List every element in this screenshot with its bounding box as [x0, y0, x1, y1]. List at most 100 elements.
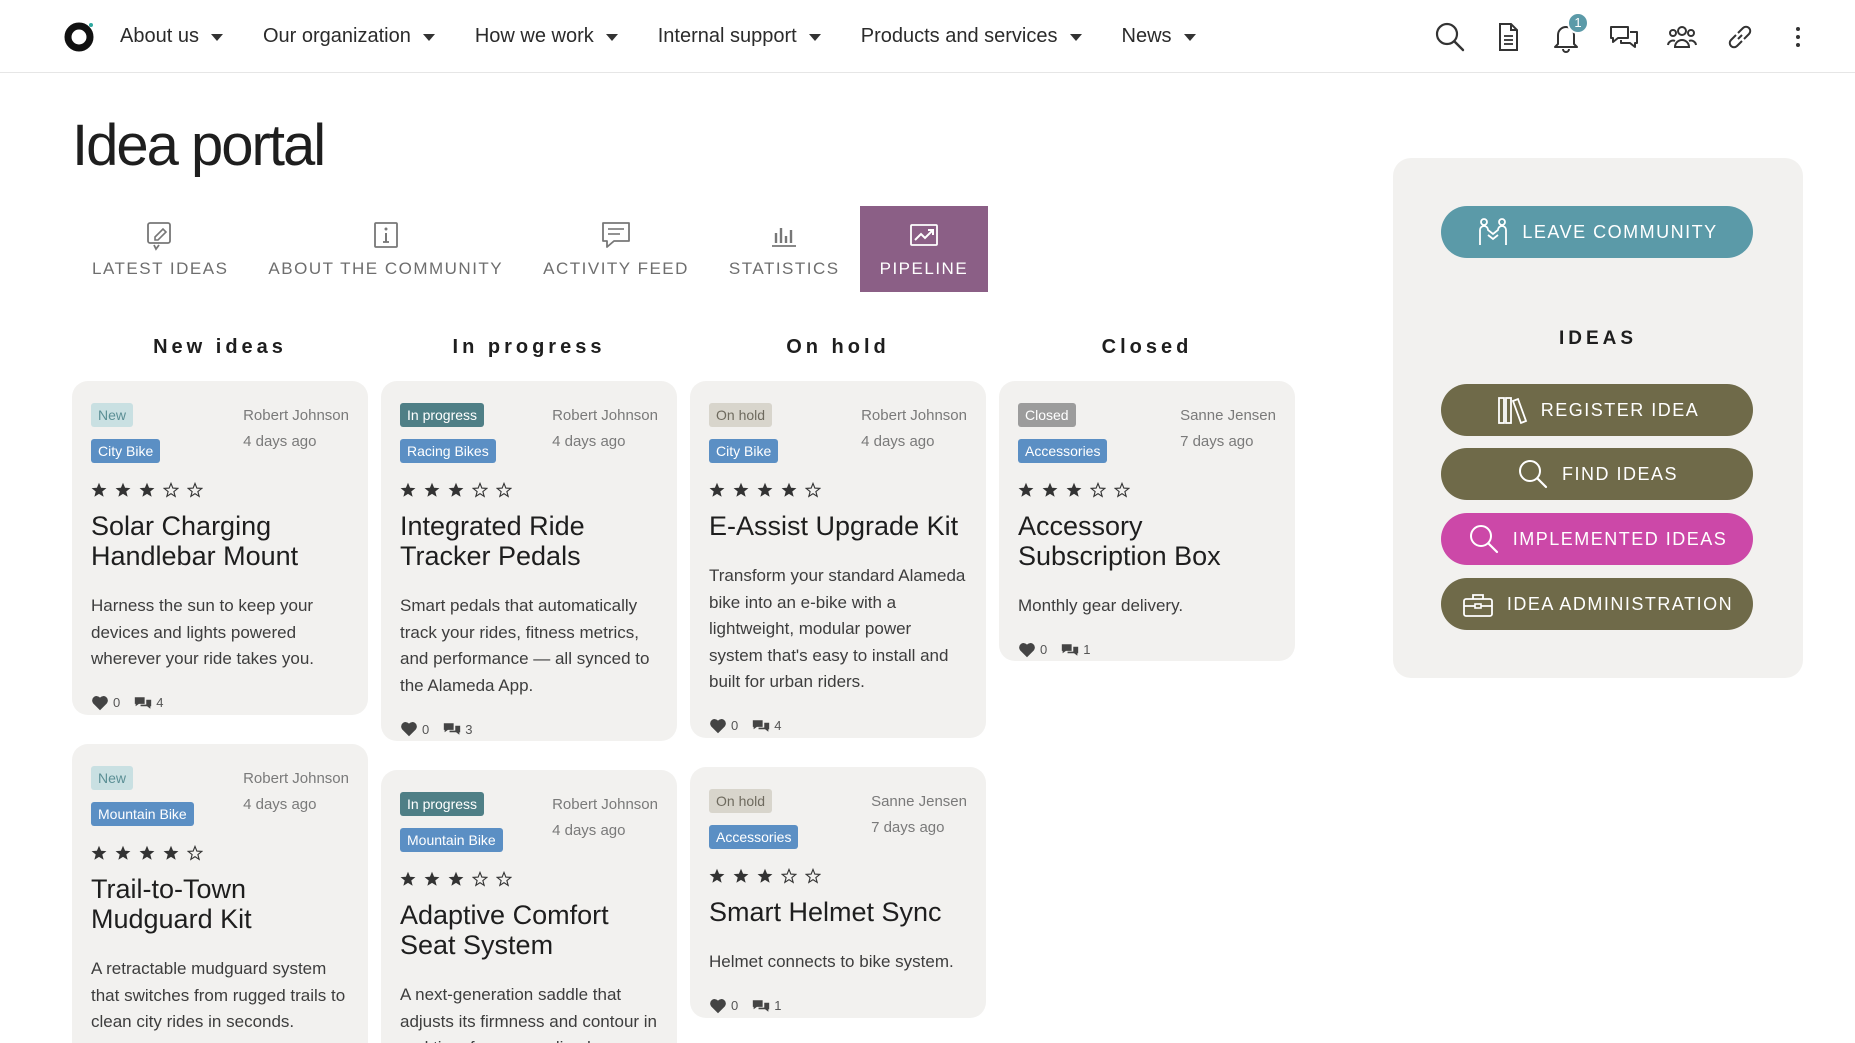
idea-card[interactable]: Closed Accessories Sanne Jensen 7 days ago A… — [999, 381, 1295, 661]
documents-button[interactable] — [1491, 20, 1525, 54]
idea-title[interactable]: Smart Helmet Sync — [709, 897, 967, 927]
idea-title[interactable]: E-Assist Upgrade Kit — [709, 511, 967, 541]
comments-button[interactable]: 1 — [1061, 641, 1104, 659]
idea-card[interactable]: New City Bike Robert Johnson 4 days ago Sola… — [72, 381, 368, 715]
like-button[interactable]: 0 — [91, 694, 134, 712]
people-icon — [1667, 25, 1697, 48]
category-badge[interactable]: Accessories — [709, 825, 799, 849]
author-name[interactable]: Robert Johnson — [243, 403, 349, 429]
card-meta: Sanne Jensen 7 days ago — [1180, 403, 1276, 455]
logo-icon[interactable] — [64, 22, 94, 52]
star-empty-icon — [187, 482, 203, 498]
nav-label: News — [1121, 25, 1172, 47]
idea-title[interactable]: Adaptive Comfort Seat System — [400, 900, 658, 960]
bar-chart-icon — [772, 228, 797, 247]
author-name[interactable]: Sanne Jensen — [871, 789, 967, 815]
comments-icon — [753, 719, 770, 732]
category-badge[interactable]: City Bike — [709, 439, 779, 463]
card-meta: Robert Johnson 4 days ago — [552, 792, 658, 844]
tab-latest-ideas[interactable]: LATEST IDEAS — [72, 206, 248, 292]
tab-pipeline[interactable]: PIPELINE — [859, 206, 989, 292]
caret-down-icon — [1183, 34, 1196, 41]
like-button[interactable]: 0 — [400, 720, 443, 738]
caret-down-icon — [808, 34, 821, 41]
author-name[interactable]: Sanne Jensen — [1180, 403, 1276, 429]
links-button[interactable] — [1723, 20, 1757, 54]
people-button[interactable] — [1665, 20, 1699, 54]
link-icon — [1728, 25, 1752, 48]
register-idea-button[interactable]: REGISTER IDEA — [1441, 384, 1753, 436]
star-empty-icon — [472, 482, 488, 498]
comments-button[interactable]: 4 — [134, 694, 177, 712]
chat-button[interactable] — [1607, 20, 1641, 54]
like-button[interactable]: 0 — [709, 997, 752, 1015]
like-count: 0 — [731, 718, 739, 733]
comments-button[interactable]: 3 — [443, 720, 486, 738]
idea-title[interactable]: Solar Charging Handlebar Mount — [91, 511, 349, 571]
idea-administration-button[interactable]: IDEA ADMINISTRATION — [1441, 578, 1753, 630]
nav-item-about-us[interactable]: About us — [120, 25, 223, 48]
idea-card[interactable]: On hold City Bike Robert Johnson 4 days ago… — [690, 381, 986, 738]
author-name[interactable]: Robert Johnson — [243, 766, 349, 792]
card-meta: Sanne Jensen 7 days ago — [871, 789, 967, 841]
star-filled-icon — [400, 871, 416, 886]
card-footer: 03 — [400, 699, 658, 741]
like-button[interactable]: 0 — [1018, 641, 1061, 659]
idea-description: Monthly gear delivery. — [1018, 596, 1184, 615]
star-filled-icon — [1042, 482, 1058, 497]
comments-button[interactable]: 1 — [752, 997, 795, 1015]
author-name[interactable]: Robert Johnson — [861, 403, 967, 429]
column-title-in-progress: In progress — [452, 336, 606, 358]
star-filled-icon — [709, 482, 725, 497]
nav-item-our-organization[interactable]: Our organization — [263, 25, 435, 48]
star-filled-icon — [757, 868, 773, 883]
author-name[interactable]: Robert Johnson — [552, 403, 658, 429]
idea-card[interactable]: On hold Accessories Sanne Jensen 7 days ago… — [690, 767, 986, 1018]
like-count: 0 — [422, 721, 430, 737]
category-badge[interactable]: Accessories — [1018, 439, 1108, 463]
star-filled-icon — [115, 845, 131, 860]
idea-card[interactable]: In progress Mountain Bike Robert Johnson 4 … — [381, 770, 677, 1043]
nav-item-how-we-work[interactable]: How we work — [475, 25, 618, 48]
category-badge[interactable]: City Bike — [91, 439, 161, 463]
category-badge[interactable]: Racing Bikes — [400, 439, 496, 463]
idea-title[interactable]: Trail-to-Town Mudguard Kit — [91, 874, 349, 934]
card-meta: Robert Johnson 4 days ago — [243, 403, 349, 455]
more-options-button[interactable] — [1781, 20, 1815, 54]
nav-item-products-and-services[interactable]: Products and services — [861, 25, 1082, 48]
nav-label: About us — [120, 25, 199, 47]
category-badge[interactable]: Mountain Bike — [91, 802, 194, 826]
implemented-ideas-button[interactable]: IMPLEMENTED IDEAS — [1441, 513, 1753, 565]
tab-label: LATEST IDEAS — [92, 259, 229, 278]
notification-count-badge: 1 — [1567, 11, 1589, 34]
caret-down-icon — [1069, 34, 1082, 41]
star-filled-icon — [91, 482, 107, 497]
idea-title[interactable]: Accessory Subscription Box — [1018, 511, 1276, 571]
comments-icon — [444, 723, 461, 735]
comments-button[interactable]: 4 — [752, 717, 795, 735]
like-count: 0 — [1040, 642, 1048, 657]
community-tabs: LATEST IDEAS ABOUT THE COMMUNITY ACTIVIT… — [72, 206, 989, 292]
tab-statistics[interactable]: STATISTICS — [709, 206, 860, 292]
search-button[interactable] — [1433, 20, 1467, 54]
tab-activity-feed[interactable]: ACTIVITY FEED — [523, 206, 709, 292]
nav-item-internal-support[interactable]: Internal support — [658, 25, 821, 48]
notifications-button[interactable]: 1 — [1549, 11, 1589, 54]
idea-description: Transform your standard Alameda bike int… — [709, 566, 966, 691]
leave-community-button[interactable]: LEAVE COMMUNITY — [1441, 206, 1753, 258]
comments-icon — [1062, 643, 1079, 656]
author-name[interactable]: Robert Johnson — [552, 792, 658, 818]
tab-about-the-community[interactable]: ABOUT THE COMMUNITY — [248, 206, 523, 292]
nav-item-news[interactable]: News — [1122, 25, 1196, 48]
card-footer: 01 — [1018, 620, 1276, 662]
idea-description: Smart pedals that automatically track yo… — [400, 596, 650, 695]
idea-card[interactable]: New Mountain Bike Robert Johnson 4 days ago… — [72, 744, 368, 1043]
category-badge[interactable]: Mountain Bike — [400, 828, 503, 852]
created-time: 4 days ago — [552, 822, 626, 839]
star-rating — [400, 864, 658, 894]
find-ideas-button[interactable]: FIND IDEAS — [1441, 448, 1753, 500]
idea-card[interactable]: In progress Racing Bikes Robert Johnson 4 d… — [381, 381, 677, 741]
idea-title[interactable]: Integrated Ride Tracker Pedals — [400, 511, 658, 571]
like-button[interactable]: 0 — [709, 717, 752, 735]
star-empty-icon — [781, 868, 797, 884]
